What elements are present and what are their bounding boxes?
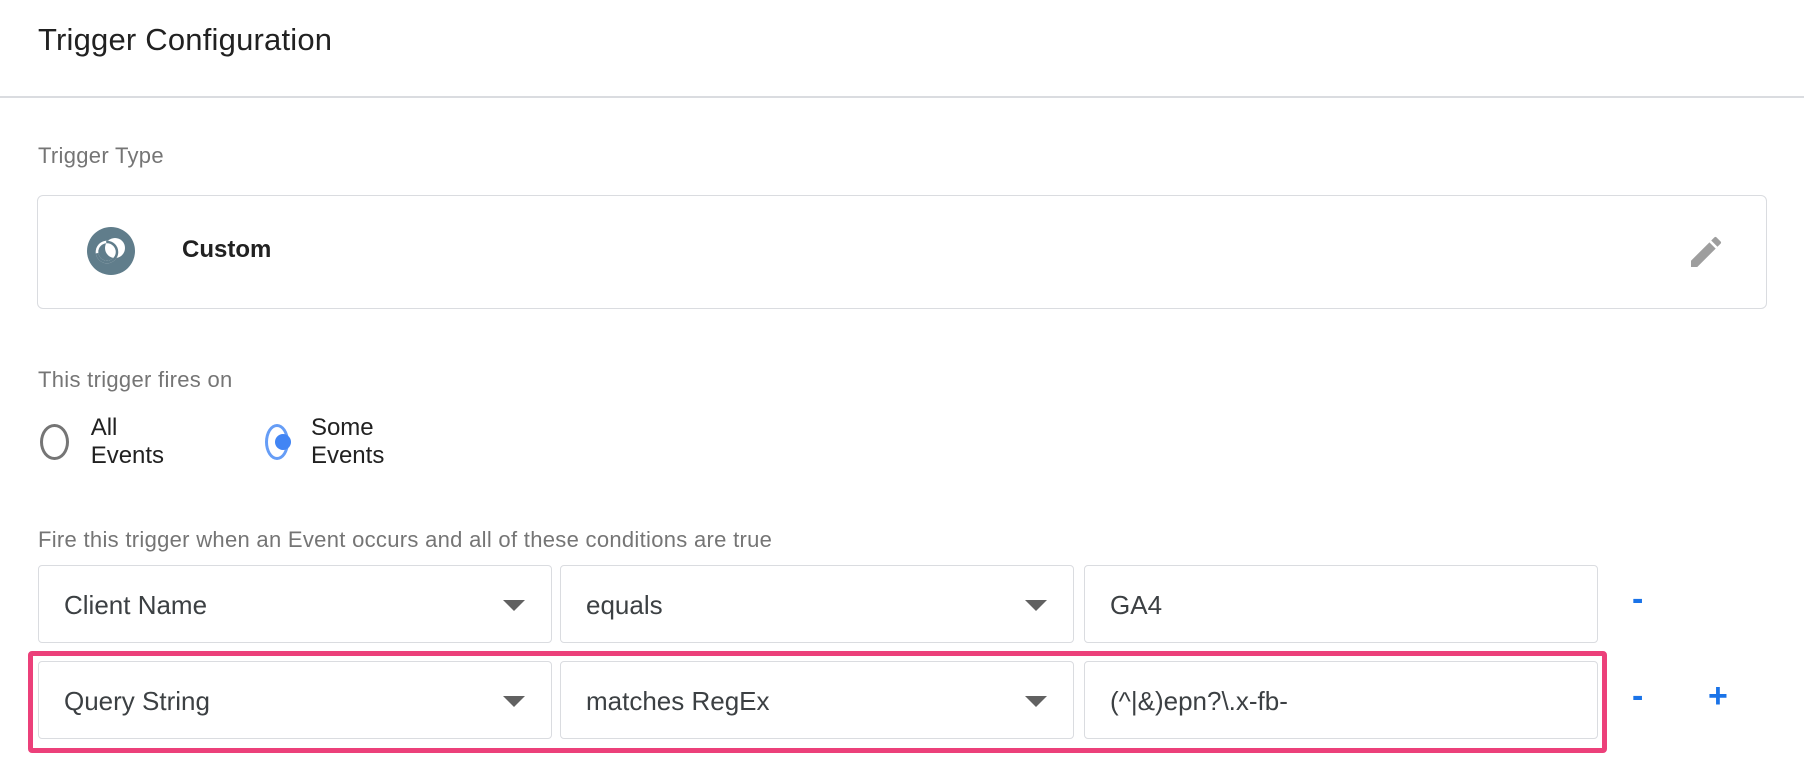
trigger-type-label: Trigger Type (38, 143, 164, 168)
radio-some-events-circle[interactable] (265, 424, 291, 460)
radio-all-events[interactable]: All Events (40, 414, 171, 469)
remove-condition-button[interactable]: - (1632, 679, 1643, 713)
value-input-text: GA4 (1110, 590, 1163, 620)
variable-select-value: Query String (64, 686, 210, 716)
page-header: Trigger Configuration (0, 0, 1804, 98)
chevron-down-icon (1025, 600, 1047, 611)
value-input[interactable]: GA4 (1084, 565, 1598, 643)
radio-all-events-label: All Events (90, 414, 165, 469)
conditions-label: Fire this trigger when an Event occurs a… (38, 527, 773, 552)
radio-some-events[interactable]: Some Events (265, 414, 396, 469)
variable-select-value: Client Name (64, 590, 208, 620)
variable-select[interactable]: Query String (38, 661, 552, 739)
add-condition-button[interactable]: + (1708, 679, 1728, 713)
value-input[interactable]: (^|&)epn?\.x-fb- (1084, 661, 1598, 739)
operator-select[interactable]: matches RegEx (560, 661, 1074, 739)
remove-condition-button[interactable]: - (1632, 582, 1643, 616)
chevron-down-icon (503, 600, 525, 611)
chevron-down-icon (1025, 696, 1047, 707)
trigger-type-card[interactable]: Custom (37, 195, 1767, 309)
radio-some-events-label: Some Events (310, 414, 385, 469)
radio-all-events-circle[interactable] (40, 424, 69, 460)
custom-trigger-icon (87, 227, 135, 275)
fires-on-label: This trigger fires on (38, 367, 233, 392)
value-input-text: (^|&)epn?\.x-fb- (1110, 686, 1288, 716)
operator-select[interactable]: equals (560, 565, 1074, 643)
operator-select-value: equals (586, 590, 663, 620)
page-title: Trigger Configuration (38, 22, 333, 57)
operator-select-value: matches RegEx (586, 686, 770, 716)
pencil-icon[interactable] (1686, 232, 1726, 272)
trigger-type-name: Custom (182, 236, 272, 263)
chevron-down-icon (503, 696, 525, 707)
variable-select[interactable]: Client Name (38, 565, 552, 643)
